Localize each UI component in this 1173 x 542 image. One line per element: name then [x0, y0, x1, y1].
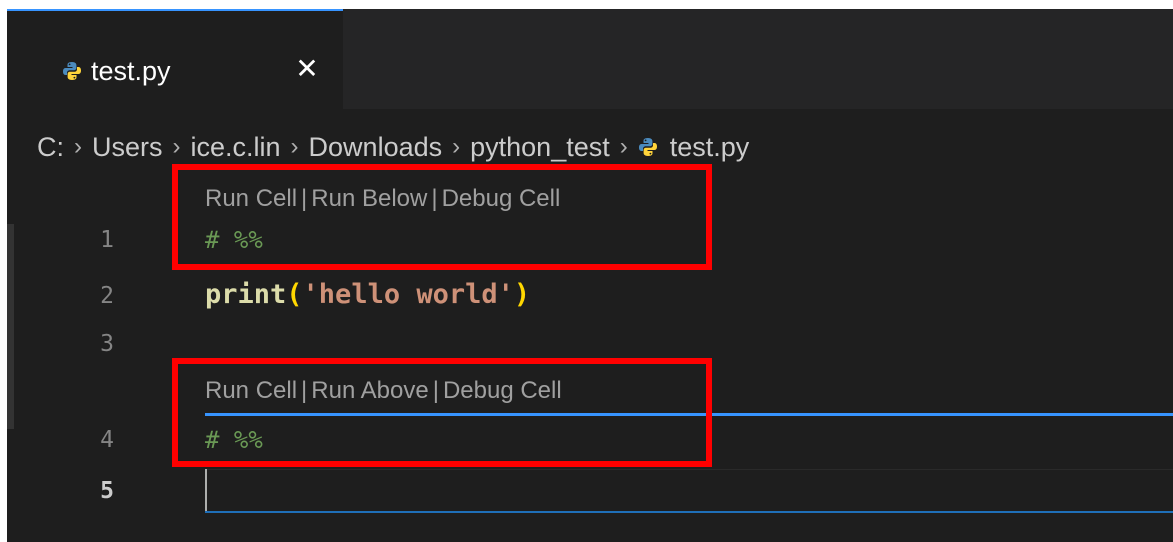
python-icon: [638, 138, 657, 156]
close-icon[interactable]: ✕: [293, 53, 321, 85]
breadcrumb-file-label: test.py: [669, 131, 750, 162]
breadcrumb-item-user[interactable]: ice.c.lin: [191, 132, 281, 163]
breadcrumb-item-downloads[interactable]: Downloads: [309, 132, 443, 163]
breadcrumb-item-users[interactable]: Users: [92, 132, 163, 163]
annotation-box-top: [172, 164, 712, 270]
annotation-box-bottom: [172, 358, 712, 467]
tab-test-py[interactable]: test.py ✕: [7, 9, 343, 109]
line-number: 3: [100, 331, 114, 357]
overview-ruler: [7, 224, 14, 429]
tab-bar: test.py ✕: [7, 9, 1173, 109]
line-number: 4: [100, 427, 114, 453]
breadcrumb: C: › Users › ice.c.lin › Downloads › pyt…: [37, 127, 749, 167]
breadcrumb-separator-icon: ›: [74, 133, 82, 160]
code-bracket: ): [513, 279, 531, 310]
text-cursor: [205, 469, 207, 511]
code-line-2[interactable]: print('hello world'): [205, 279, 530, 310]
breadcrumb-separator-icon: ›: [290, 133, 299, 160]
breadcrumb-item-drive[interactable]: C:: [37, 132, 64, 163]
editor-window: test.py ✕ C: › Users › ice.c.lin › Downl…: [7, 9, 1173, 542]
code-function-name: print: [205, 279, 287, 310]
breadcrumb-item-file[interactable]: test.py: [638, 131, 750, 163]
breadcrumb-separator-icon: ›: [619, 133, 628, 160]
python-icon: [63, 62, 81, 80]
line-number-active: 5: [100, 478, 114, 504]
breadcrumb-separator-icon: ›: [172, 133, 181, 160]
breadcrumb-separator-icon: ›: [452, 133, 461, 160]
code-bracket: (: [286, 279, 303, 310]
tab-label: test.py: [91, 56, 171, 86]
current-line-highlight[interactable]: [205, 469, 1173, 513]
line-number: 1: [100, 227, 114, 253]
line-number: 2: [100, 283, 114, 309]
code-string: 'hello world': [302, 279, 514, 310]
breadcrumb-item-folder[interactable]: python_test: [470, 132, 610, 163]
